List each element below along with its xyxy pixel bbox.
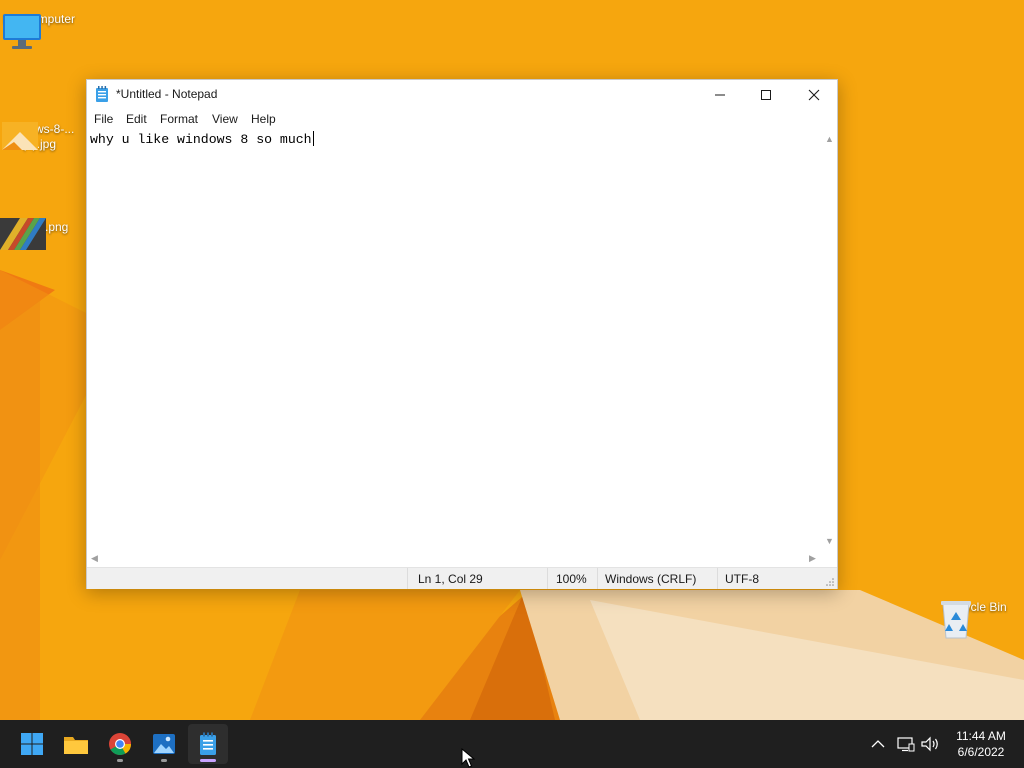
- menu-view[interactable]: View: [212, 112, 238, 126]
- desktop-icon-my-computer[interactable]: My Computer: [0, 10, 78, 49]
- scroll-left-icon[interactable]: ◀: [91, 553, 98, 564]
- notepad-icon: [200, 732, 216, 755]
- minimize-button[interactable]: [697, 80, 743, 110]
- taskbar-chrome[interactable]: [100, 724, 140, 764]
- menu-edit[interactable]: Edit: [126, 112, 147, 126]
- text-editor[interactable]: why u like windows 8 so much: [87, 130, 821, 550]
- close-icon: [808, 89, 820, 101]
- resize-grip-icon[interactable]: [825, 577, 835, 587]
- desktop-icon-fvh0el-png[interactable]: fVh0El.png: [0, 218, 78, 250]
- taskbar-file-explorer[interactable]: [56, 724, 96, 764]
- windows-start-icon: [21, 733, 43, 755]
- menu-format[interactable]: Format: [160, 112, 198, 126]
- editor-content: why u like windows 8 so much: [90, 132, 312, 147]
- status-cursor-position: Ln 1, Col 29: [418, 572, 483, 586]
- status-line-ending: Windows (CRLF): [605, 572, 697, 586]
- maximize-button[interactable]: [743, 80, 789, 110]
- menu-bar: File Edit Format View Help: [87, 110, 837, 130]
- horizontal-scrollbar[interactable]: ◀ ▶: [87, 550, 821, 566]
- mouse-pointer-icon: [461, 748, 475, 768]
- close-button[interactable]: [791, 80, 837, 110]
- menu-file[interactable]: File: [94, 112, 113, 126]
- desktop-icon-windows-8-jpg[interactable]: windows-8-...(1).jpg: [0, 120, 78, 152]
- photos-icon: [153, 734, 175, 754]
- window-title: *Untitled - Notepad: [116, 87, 218, 101]
- network-icon: [897, 737, 915, 752]
- minimize-icon: [715, 94, 725, 96]
- tray-chevron[interactable]: [868, 734, 888, 754]
- taskbar-clock[interactable]: 11:44 AM 6/6/2022: [944, 728, 1018, 760]
- scroll-down-icon[interactable]: ▼: [825, 536, 834, 546]
- status-zoom: 100%: [556, 572, 587, 586]
- clock-date: 6/6/2022: [957, 745, 1005, 759]
- vertical-scrollbar[interactable]: ▲ ▼: [821, 130, 837, 550]
- tray-network[interactable]: [896, 734, 916, 754]
- volume-icon: [921, 736, 938, 752]
- notepad-icon: [95, 86, 109, 108]
- scroll-up-icon[interactable]: ▲: [825, 134, 834, 144]
- tray-volume[interactable]: [920, 734, 940, 754]
- taskbar-notepad[interactable]: [188, 724, 228, 764]
- notepad-window: *Untitled - Notepad File Edit Format Vie…: [86, 79, 838, 589]
- start-button[interactable]: [12, 724, 52, 764]
- clock-time: 11:44 AM: [956, 729, 1006, 743]
- text-caret: [312, 131, 314, 146]
- taskbar: 11:44 AM 6/6/2022: [0, 720, 1024, 768]
- taskbar-photos[interactable]: [144, 724, 184, 764]
- status-bar: Ln 1, Col 29 100% Windows (CRLF) UTF-8: [87, 567, 837, 589]
- chevron-up-icon: [871, 740, 885, 748]
- menu-help[interactable]: Help: [251, 112, 276, 126]
- maximize-icon: [761, 90, 771, 100]
- desktop-icon-recycle-bin[interactable]: Recycle Bin: [936, 598, 1014, 639]
- title-bar[interactable]: *Untitled - Notepad: [87, 80, 837, 110]
- folder-icon: [64, 737, 88, 754]
- scroll-right-icon[interactable]: ▶: [809, 553, 816, 564]
- status-encoding: UTF-8: [725, 572, 759, 586]
- chrome-icon: [109, 733, 131, 755]
